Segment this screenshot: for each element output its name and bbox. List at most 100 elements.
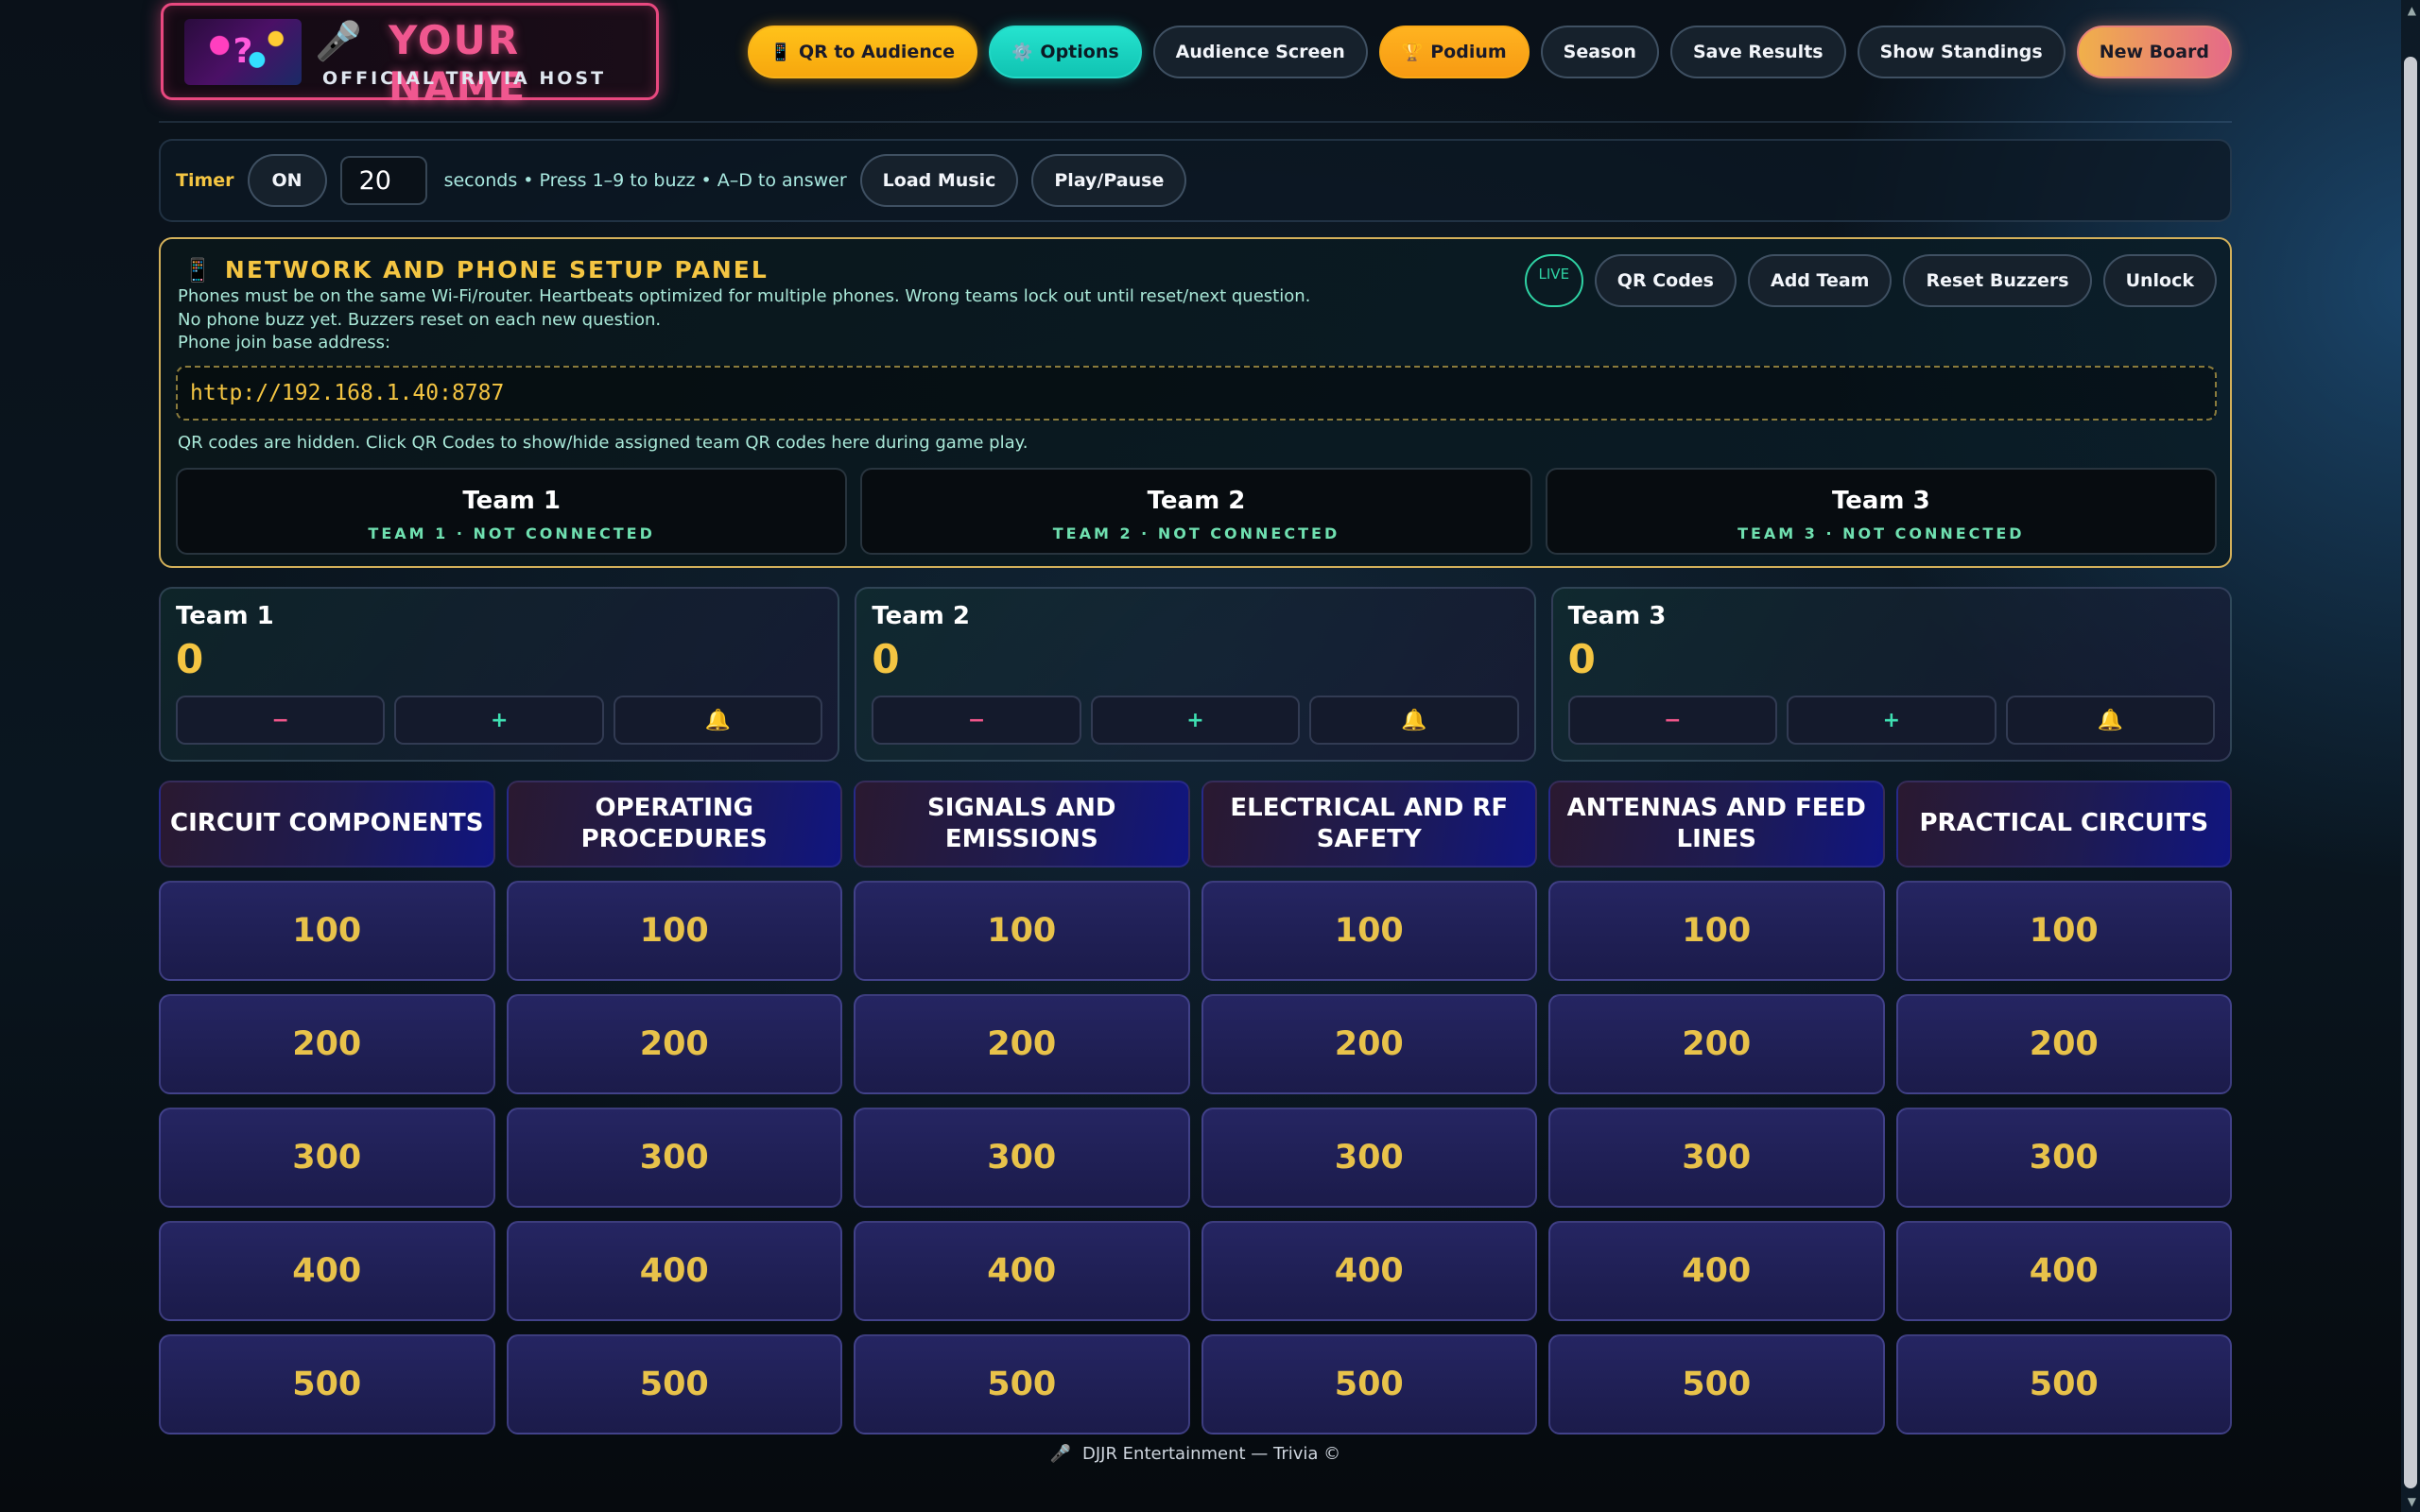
clue-tile[interactable]: 400: [1201, 1221, 1537, 1321]
timer-toggle-button[interactable]: ON: [247, 154, 327, 207]
clue-tile[interactable]: 500: [1548, 1334, 1885, 1435]
clue-tile[interactable]: 400: [854, 1221, 1190, 1321]
footer-text: DJJR Entertainment — Trivia ©: [1081, 1444, 1341, 1464]
timer-seconds-input[interactable]: [339, 156, 427, 205]
increase-score-button[interactable]: +: [394, 696, 604, 745]
clue-tile[interactable]: 100: [854, 881, 1190, 981]
bell-icon[interactable]: 🔔: [1309, 696, 1519, 745]
app-root: ? 🎤 YOUR NAME OFFICIAL TRIVIA HOST 📱 QR …: [159, 0, 2232, 1464]
buzz-status: No phone buzz yet. Buzzers reset on each…: [178, 310, 662, 330]
team-connection-status: TEAM 2 · NOT CONNECTED: [1052, 524, 1340, 542]
clue-tile[interactable]: 500: [854, 1334, 1190, 1435]
timer-bar: Timer ON seconds • Press 1–9 to buzz • A…: [159, 139, 2232, 222]
scroll-up-icon[interactable]: ▲: [2408, 4, 2416, 17]
team-connection-status: TEAM 3 · NOT CONNECTED: [1737, 524, 2025, 542]
clue-tile[interactable]: 100: [1548, 881, 1885, 981]
category-header: ANTENNAS AND FEED LINES: [1548, 781, 1885, 868]
team-score: 0: [872, 636, 900, 682]
clue-tile[interactable]: 400: [1548, 1221, 1885, 1321]
category-header: ELECTRICAL AND RF SAFETY: [1201, 781, 1537, 868]
team-connection-card: Team 1 TEAM 1 · NOT CONNECTED: [176, 468, 848, 555]
team-connection-card: Team 3 TEAM 3 · NOT CONNECTED: [1545, 468, 2217, 555]
gear-icon: ⚙️: [1011, 42, 1033, 62]
decrease-score-button[interactable]: −: [176, 696, 386, 745]
trophy-icon: 🏆: [1401, 42, 1424, 62]
category-header: SIGNALS AND EMISSIONS: [854, 781, 1190, 868]
clue-tile[interactable]: 100: [506, 881, 842, 981]
clue-tile[interactable]: 400: [506, 1221, 842, 1321]
podium-button[interactable]: 🏆 Podium: [1378, 26, 1530, 78]
clue-tile[interactable]: 300: [1895, 1108, 2232, 1208]
page-scrollbar[interactable]: ▲ ▼: [2401, 0, 2420, 1512]
clue-tile[interactable]: 200: [506, 994, 842, 1094]
team-name: Team 2: [872, 602, 971, 630]
increase-score-button[interactable]: +: [1090, 696, 1301, 745]
bell-icon[interactable]: 🔔: [613, 696, 823, 745]
add-team-button[interactable]: Add Team: [1748, 254, 1893, 307]
team-connection-name: Team 1: [462, 487, 562, 515]
clue-tile[interactable]: 200: [1548, 994, 1885, 1094]
timer-hint: seconds • Press 1–9 to buzz • A–D to ans…: [443, 170, 847, 191]
clue-tile[interactable]: 300: [854, 1108, 1190, 1208]
clue-tile[interactable]: 200: [854, 994, 1190, 1094]
clue-tile[interactable]: 500: [1895, 1334, 2232, 1435]
clue-tile[interactable]: 300: [159, 1108, 495, 1208]
clue-tile[interactable]: 200: [1895, 994, 2232, 1094]
increase-score-button[interactable]: +: [1787, 696, 1996, 745]
team-name: Team 3: [1567, 602, 1667, 630]
microphone-icon: 🎤: [1049, 1444, 1072, 1464]
qr-to-audience-button[interactable]: 📱 QR to Audience: [747, 26, 977, 78]
clue-tile[interactable]: 500: [1201, 1334, 1537, 1435]
play-pause-button[interactable]: Play/Pause: [1031, 154, 1187, 207]
host-name: YOUR NAME: [389, 17, 527, 110]
qr-codes-button[interactable]: QR Codes: [1594, 254, 1737, 307]
clue-tile[interactable]: 400: [1895, 1221, 2232, 1321]
bell-icon[interactable]: 🔔: [2005, 696, 2215, 745]
clue-tile[interactable]: 400: [159, 1221, 495, 1321]
team-score-card: Team 3 0 − + 🔔: [1550, 587, 2232, 762]
clue-tile[interactable]: 100: [1201, 881, 1537, 981]
network-panel-title: 📱 NETWORK AND PHONE SETUP PANEL: [183, 256, 769, 284]
clue-tile[interactable]: 500: [506, 1334, 842, 1435]
trivia-art-icon: ?: [184, 19, 302, 85]
clue-tile[interactable]: 100: [1895, 881, 2232, 981]
host-subtitle: OFFICIAL TRIVIA HOST: [322, 68, 607, 89]
team-connection-card: Team 2 TEAM 2 · NOT CONNECTED: [860, 468, 1532, 555]
microphone-icon: 🎤: [315, 20, 362, 63]
score-controls: − + 🔔: [1567, 696, 2215, 745]
join-url-field[interactable]: http://192.168.1.40:8787: [176, 366, 2217, 421]
clue-tile[interactable]: 100: [159, 881, 495, 981]
clue-tile[interactable]: 300: [1201, 1108, 1537, 1208]
category-header: OPERATING PROCEDURES: [506, 781, 842, 868]
team-score: 0: [1567, 636, 1596, 682]
clue-tile[interactable]: 200: [159, 994, 495, 1094]
team-name: Team 1: [176, 602, 274, 630]
season-button[interactable]: Season: [1540, 26, 1659, 78]
options-label: Options: [1040, 42, 1119, 62]
load-music-button[interactable]: Load Music: [859, 154, 1019, 207]
live-badge: LIVE: [1524, 254, 1583, 307]
clue-tile[interactable]: 500: [159, 1334, 495, 1435]
clue-tile[interactable]: 200: [1201, 994, 1537, 1094]
audience-screen-button[interactable]: Audience Screen: [1152, 26, 1368, 78]
scoreboard: Team 1 0 − + 🔔 Team 2 0 − + 🔔 Team 3 0 −…: [159, 587, 2232, 762]
team-score: 0: [176, 636, 204, 682]
scroll-thumb[interactable]: [2404, 57, 2417, 1488]
qr-to-audience-label: QR to Audience: [798, 42, 955, 62]
top-nav: 📱 QR to Audience ⚙️ Options Audience Scr…: [747, 26, 2232, 78]
unlock-button[interactable]: Unlock: [2102, 254, 2217, 307]
scroll-down-icon[interactable]: ▼: [2408, 1495, 2416, 1508]
reset-buzzers-button[interactable]: Reset Buzzers: [1903, 254, 2092, 307]
header: ? 🎤 YOUR NAME OFFICIAL TRIVIA HOST 📱 QR …: [159, 0, 2232, 123]
show-standings-button[interactable]: Show Standings: [1857, 26, 2066, 78]
network-actions: LIVE QR Codes Add Team Reset Buzzers Unl…: [1524, 254, 2217, 307]
clue-tile[interactable]: 300: [1548, 1108, 1885, 1208]
save-results-button[interactable]: Save Results: [1669, 26, 1846, 78]
clue-tile[interactable]: 300: [506, 1108, 842, 1208]
decrease-score-button[interactable]: −: [1567, 696, 1778, 745]
new-board-button[interactable]: New Board: [2076, 26, 2232, 78]
phone-icon: 📱: [769, 42, 791, 62]
decrease-score-button[interactable]: −: [872, 696, 1081, 745]
timer-label: Timer: [176, 170, 234, 191]
options-button[interactable]: ⚙️ Options: [989, 26, 1142, 78]
